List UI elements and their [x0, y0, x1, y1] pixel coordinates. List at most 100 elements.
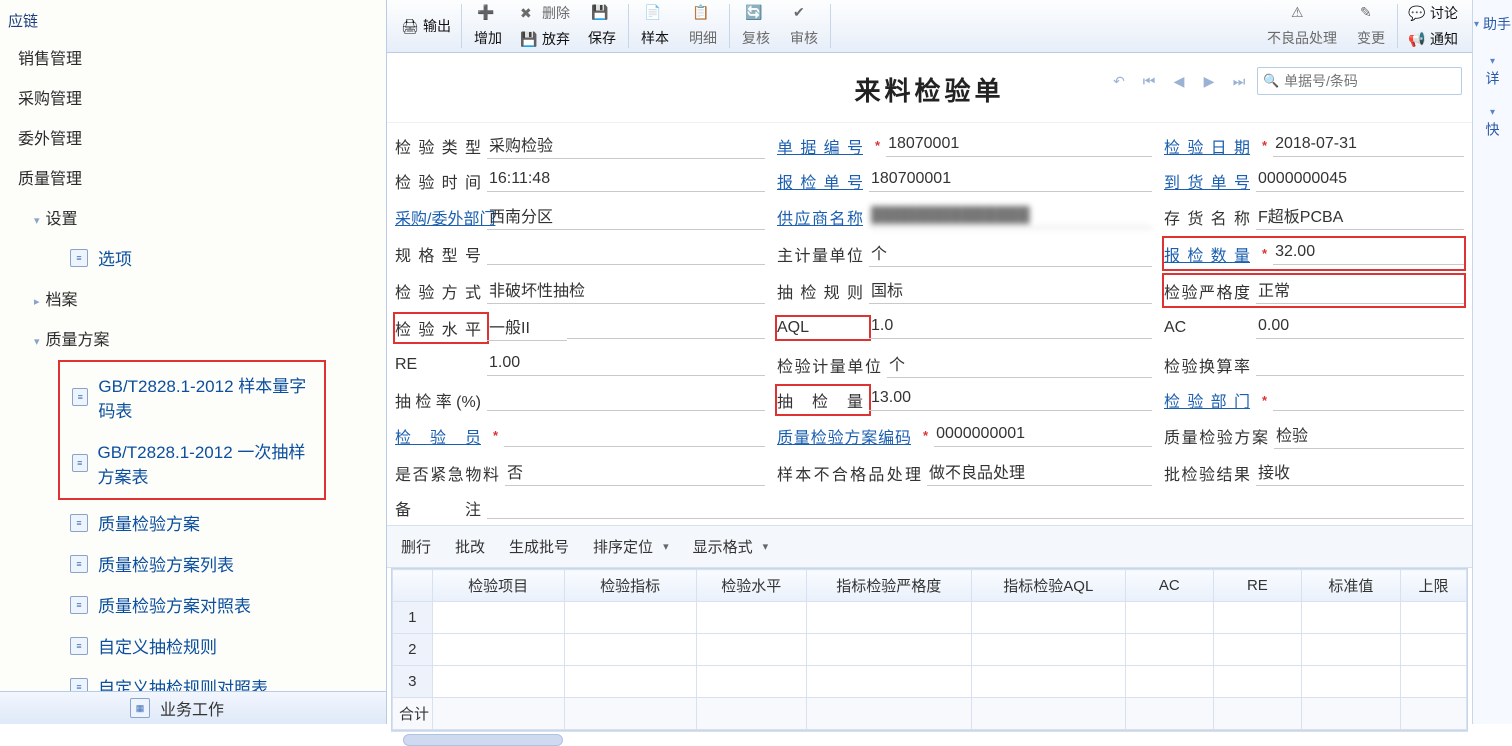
dispfmt-button[interactable]: 显示格式: [693, 536, 769, 557]
delete-button[interactable]: ✖删除: [512, 0, 578, 26]
val-ac[interactable]: 0.00: [1256, 317, 1464, 339]
helper-tab[interactable]: 助手: [1472, 8, 1512, 40]
col-re[interactable]: RE: [1213, 570, 1301, 602]
output-button[interactable]: 🖨输出: [393, 13, 459, 39]
nav-qc-plan-list[interactable]: ≡质量检验方案列表: [0, 543, 386, 584]
col-std[interactable]: 标准值: [1301, 570, 1400, 602]
col-indicator[interactable]: 检验指标: [564, 570, 696, 602]
val-main-unit[interactable]: 个: [869, 240, 1152, 267]
val-inspect-mode[interactable]: 非破坏性抽检: [487, 277, 765, 304]
nav-gb-sample-code[interactable]: ≡GB/T2828.1-2012 样本量字码表: [60, 364, 324, 430]
val-inspect-date[interactable]: 2018-07-31: [1273, 135, 1464, 157]
nav-archive[interactable]: 档案: [0, 278, 386, 318]
nav-options[interactable]: ≡选项: [0, 237, 386, 278]
val-stock-name[interactable]: F超板PCBA: [1256, 203, 1464, 230]
abandon-button[interactable]: 💾放弃: [512, 26, 578, 52]
lbl-plan-code[interactable]: 质量检验方案编码: [777, 424, 917, 448]
val-batch-result[interactable]: 接收: [1256, 459, 1464, 486]
nav-purchase[interactable]: 采购管理: [0, 77, 386, 117]
nav-settings[interactable]: 设置: [0, 197, 386, 237]
lbl-report-qty[interactable]: 报检数量: [1164, 242, 1256, 266]
nav-quality[interactable]: 质量管理: [0, 157, 386, 197]
val-plan-name[interactable]: 检验: [1274, 422, 1464, 449]
horizontal-scrollbar[interactable]: [391, 731, 1468, 732]
nav-custom-rule[interactable]: ≡自定义抽检规则: [0, 625, 386, 666]
lbl-doc-no[interactable]: 单据编号: [777, 134, 869, 158]
val-inspect-time[interactable]: 16:11:48: [487, 170, 765, 192]
lbl-arrive-no[interactable]: 到货单号: [1164, 169, 1256, 193]
lbl-inspect-date[interactable]: 检验日期: [1164, 134, 1256, 158]
val-dept[interactable]: 西南分区: [487, 203, 765, 230]
audit-button[interactable]: ✔审核: [780, 0, 828, 52]
undo-button[interactable]: ↶: [1107, 69, 1131, 93]
add-button[interactable]: ➕增加: [464, 0, 512, 52]
table-row[interactable]: 2: [393, 634, 1467, 666]
val-inspect-level[interactable]: 一般II: [487, 314, 567, 341]
val-inspector[interactable]: [504, 425, 765, 447]
nav-qc-plan[interactable]: ≡质量检验方案: [0, 502, 386, 543]
save-button[interactable]: 💾保存: [578, 0, 626, 52]
search-input[interactable]: [1257, 67, 1462, 95]
val-doc-no[interactable]: 18070001: [886, 135, 1152, 157]
lbl-report-no[interactable]: 报检单号: [777, 169, 869, 193]
val-convert[interactable]: [1256, 354, 1464, 376]
val-report-no[interactable]: 180700001: [869, 170, 1152, 192]
col-strict[interactable]: 指标检验严格度: [806, 570, 971, 602]
val-aql[interactable]: 1.0: [869, 317, 929, 339]
lbl-dept[interactable]: 采购/委外部门: [395, 205, 487, 229]
val-strict[interactable]: 正常: [1256, 277, 1464, 304]
nav-outsource[interactable]: 委外管理: [0, 117, 386, 157]
dock-tab-b[interactable]: 快: [1481, 101, 1505, 142]
first-button[interactable]: ⏮: [1137, 69, 1161, 93]
detail-button[interactable]: 📋明细: [679, 0, 727, 52]
delrow-button[interactable]: 删行: [401, 536, 431, 557]
val-inspect-unit[interactable]: 个: [887, 351, 1152, 378]
next-button[interactable]: ▶: [1197, 69, 1221, 93]
defect-button[interactable]: ⚠不良品处理: [1257, 0, 1347, 52]
discuss-button[interactable]: 💬讨论: [1400, 0, 1466, 26]
val-arrive-no[interactable]: 0000000045: [1256, 170, 1464, 192]
val-re[interactable]: 1.00: [487, 354, 765, 376]
lbl-supplier[interactable]: 供应商名称: [777, 205, 869, 229]
val-supplier[interactable]: ██████████████: [869, 206, 1152, 228]
last-button[interactable]: ⏭: [1227, 69, 1251, 93]
genbatch-button[interactable]: 生成批号: [509, 536, 569, 557]
nav-sales[interactable]: 销售管理: [0, 37, 386, 77]
val-spec[interactable]: [487, 243, 765, 265]
val-inspect-dept[interactable]: [1273, 389, 1464, 411]
change-button[interactable]: ✎变更: [1347, 0, 1395, 52]
nav-qc-plan-compare[interactable]: ≡质量检验方案对照表: [0, 584, 386, 625]
val-sample-qty[interactable]: 13.00: [869, 389, 949, 411]
notify-button[interactable]: 📢通知: [1400, 26, 1466, 52]
recheck-button[interactable]: 🔄复核: [732, 0, 780, 52]
nav-root[interactable]: 应链: [0, 4, 386, 37]
lbl-inspect-dept[interactable]: 检验部门: [1164, 388, 1256, 412]
dock-tab-a[interactable]: 详: [1481, 50, 1505, 91]
val-remark[interactable]: [487, 497, 1464, 519]
col-item[interactable]: 检验项目: [432, 570, 564, 602]
nav-custom-rule-compare[interactable]: ≡自定义抽检规则对照表: [0, 666, 386, 691]
col-upper[interactable]: 上限: [1400, 570, 1466, 602]
val-report-qty[interactable]: 32.00: [1273, 243, 1464, 265]
table-row[interactable]: 3: [393, 666, 1467, 698]
table-row[interactable]: 1: [393, 602, 1467, 634]
col-level[interactable]: 检验水平: [696, 570, 806, 602]
col-rownum[interactable]: [393, 570, 433, 602]
sidebar-footer[interactable]: ▦业务工作: [0, 691, 386, 724]
scroll-thumb[interactable]: [403, 734, 563, 746]
nav-quality-plan[interactable]: 质量方案: [0, 318, 386, 358]
val-sample-rate[interactable]: [487, 389, 765, 411]
val-sample-rule[interactable]: 国标: [869, 277, 1152, 304]
col-aql[interactable]: 指标检验AQL: [971, 570, 1125, 602]
lbl-inspector[interactable]: 检验员: [395, 424, 487, 448]
val-urgent[interactable]: 否: [505, 459, 765, 486]
val-sample-fail[interactable]: 做不良品处理: [927, 459, 1152, 486]
sample-button[interactable]: 📄样本: [631, 0, 679, 52]
prev-button[interactable]: ◀: [1167, 69, 1191, 93]
val-plan-code[interactable]: 0000000001: [934, 425, 1152, 447]
nav-gb-sampling-plan[interactable]: ≡GB/T2828.1-2012 一次抽样方案表: [60, 430, 324, 496]
sortpos-button[interactable]: 排序定位: [593, 536, 669, 557]
val-inspect-type[interactable]: 采购检验: [487, 132, 765, 159]
col-ac[interactable]: AC: [1125, 570, 1213, 602]
batch-button[interactable]: 批改: [455, 536, 485, 557]
